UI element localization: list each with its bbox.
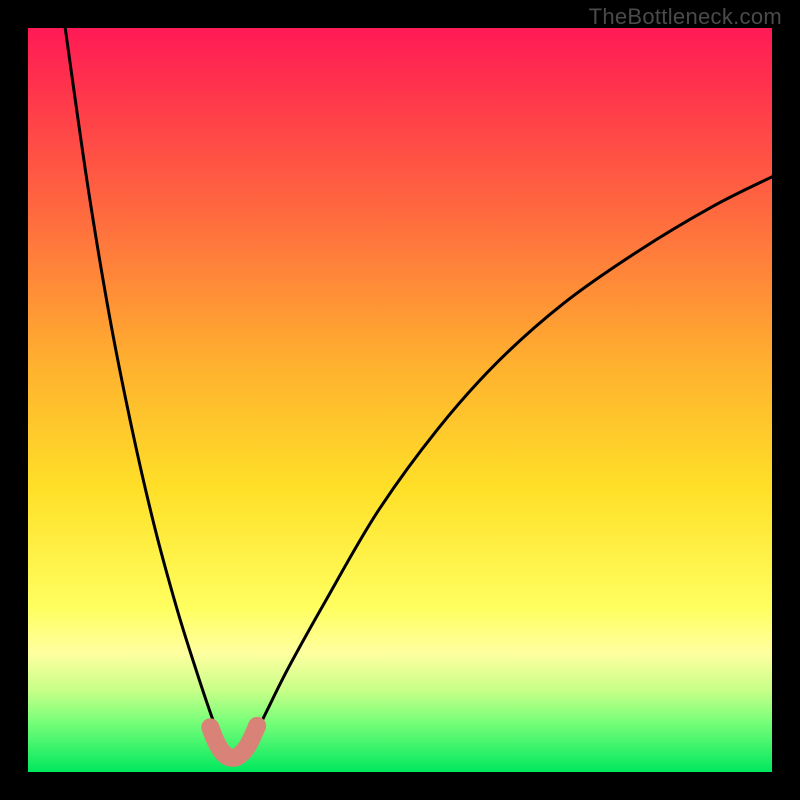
watermark-text: TheBottleneck.com [589,4,782,30]
bottleneck-curve-path [65,28,772,759]
chart-frame: TheBottleneck.com [0,0,800,800]
highlight-dot [241,733,259,751]
bottleneck-curve-svg [28,28,772,772]
highlight-dot [248,717,266,735]
plot-area [28,28,772,772]
